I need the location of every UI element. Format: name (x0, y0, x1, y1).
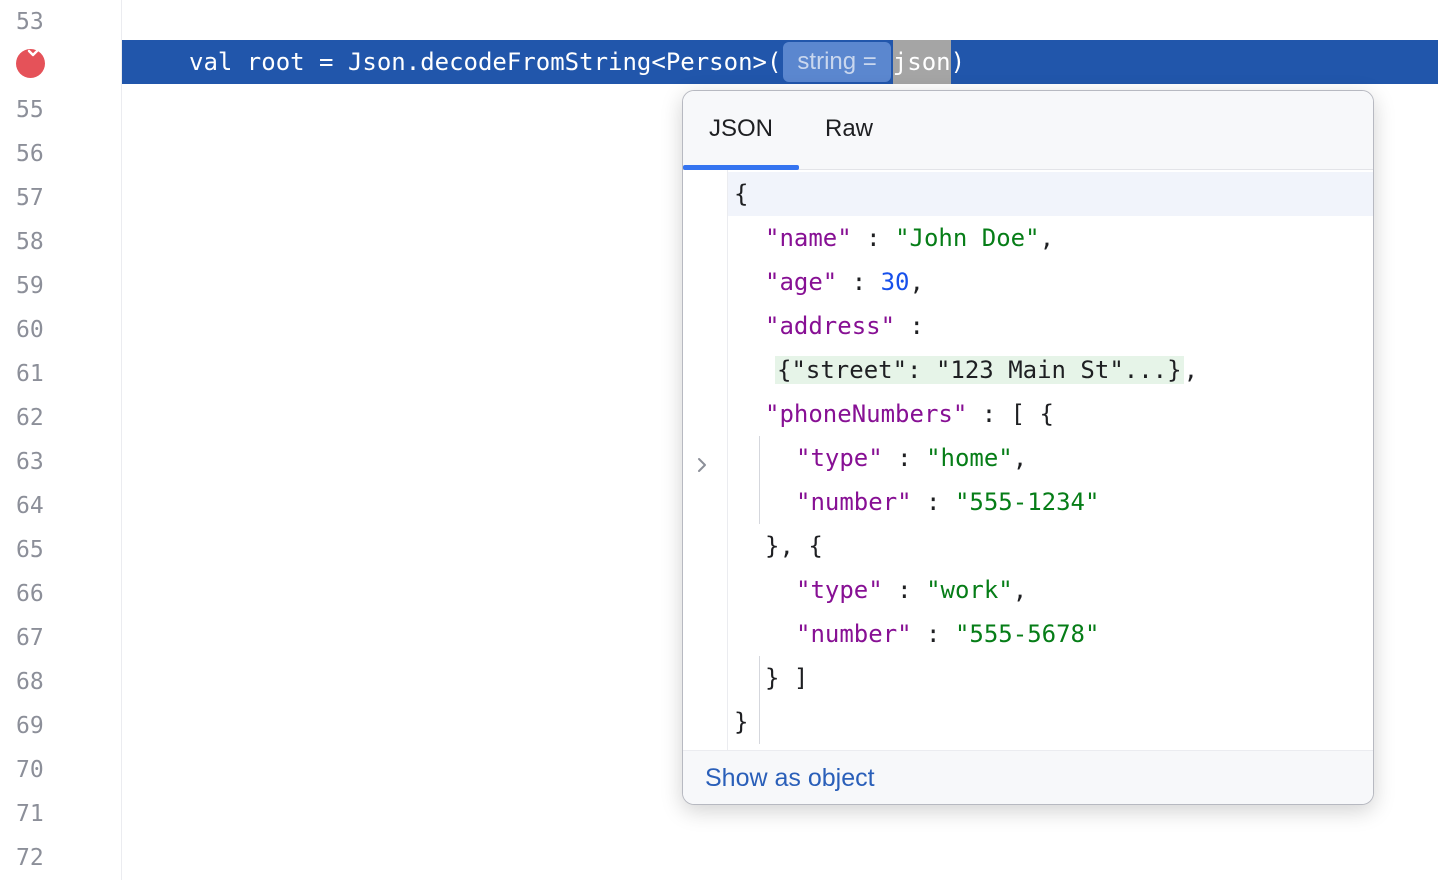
indent-guide (759, 436, 760, 524)
line-number: 72 (16, 836, 76, 880)
folded-region[interactable]: {"street": "123 Main St"...} (775, 356, 1184, 384)
indent-guide (759, 656, 760, 744)
json-line: }, { (765, 524, 823, 568)
json-line: "number" : "555-1234" (796, 480, 1099, 524)
json-line: "type" : "home", (796, 436, 1027, 480)
json-line: } (734, 700, 748, 744)
json-line: "name" : "John Doe", (765, 216, 1054, 260)
code-prefix: val root = Json.decodeFromString<Person>… (189, 40, 781, 84)
line-number: 58 (16, 220, 76, 264)
json-key: "type" (796, 576, 883, 604)
fold-chevron-icon[interactable] (695, 456, 709, 474)
line-number: 64 (16, 484, 76, 528)
current-line-highlight (728, 172, 1373, 216)
line-number: 53 (16, 0, 76, 44)
json-line: "type" : "work", (796, 568, 1027, 612)
line-number: 65 (16, 528, 76, 572)
json-viewer-gutter (683, 170, 728, 750)
show-as-object-link[interactable]: Show as object (705, 751, 875, 805)
json-line: "age" : 30, (765, 260, 924, 304)
popup-tabs: JSON Raw (683, 91, 1373, 170)
json-line: } ] (765, 656, 808, 700)
breakpoint-check-icon (27, 45, 43, 57)
parameter-hint: string = (783, 42, 890, 82)
json-key: "number" (796, 488, 912, 516)
line-number: 62 (16, 396, 76, 440)
tab-raw[interactable]: Raw (811, 91, 887, 169)
line-number: 57 (16, 176, 76, 220)
json-line: { (734, 172, 748, 216)
line-number: 67 (16, 616, 76, 660)
line-number: 68 (16, 660, 76, 704)
line-number: 70 (16, 748, 76, 792)
json-string: "John Doe" (895, 224, 1040, 252)
popup-footer: Show as object (683, 750, 1373, 805)
line-number: 59 (16, 264, 76, 308)
line-number: 61 (16, 352, 76, 396)
editor-gutter: 53 55 56 57 58 59 60 61 62 63 64 65 66 6… (0, 0, 122, 880)
json-key: "phoneNumbers" (765, 400, 967, 428)
json-string: "555-1234" (955, 488, 1100, 516)
json-key: "number" (796, 620, 912, 648)
line-number: 71 (16, 792, 76, 836)
line-number: 63 (16, 440, 76, 484)
exec-line-code: val root = Json.decodeFromString<Person>… (189, 40, 965, 84)
json-line: "address" : (765, 304, 924, 348)
json-variable[interactable]: json (893, 40, 951, 84)
json-number: 30 (881, 268, 910, 296)
json-string: "home" (926, 444, 1013, 472)
json-string: "555-5678" (955, 620, 1100, 648)
json-string: "work" (926, 576, 1013, 604)
json-key: "address" (765, 312, 895, 340)
line-number: 56 (16, 132, 76, 176)
tab-json[interactable]: JSON (683, 91, 799, 169)
json-line: "phoneNumbers" : [ { (765, 392, 1054, 436)
json-key: "type" (796, 444, 883, 472)
line-number: 69 (16, 704, 76, 748)
json-value-popup: JSON Raw { "name" : "John Doe", "age" : … (682, 90, 1374, 805)
line-number: 55 (16, 88, 76, 132)
json-viewer[interactable]: { "name" : "John Doe", "age" : 30, "addr… (683, 170, 1373, 750)
line-number: 66 (16, 572, 76, 616)
json-line: "number" : "555-5678" (796, 612, 1099, 656)
json-key: "age" (765, 268, 837, 296)
line-number: 60 (16, 308, 76, 352)
json-key: "name" (765, 224, 852, 252)
code-suffix: ) (951, 40, 965, 84)
json-line: {"street": "123 Main St"...}, (775, 348, 1198, 392)
